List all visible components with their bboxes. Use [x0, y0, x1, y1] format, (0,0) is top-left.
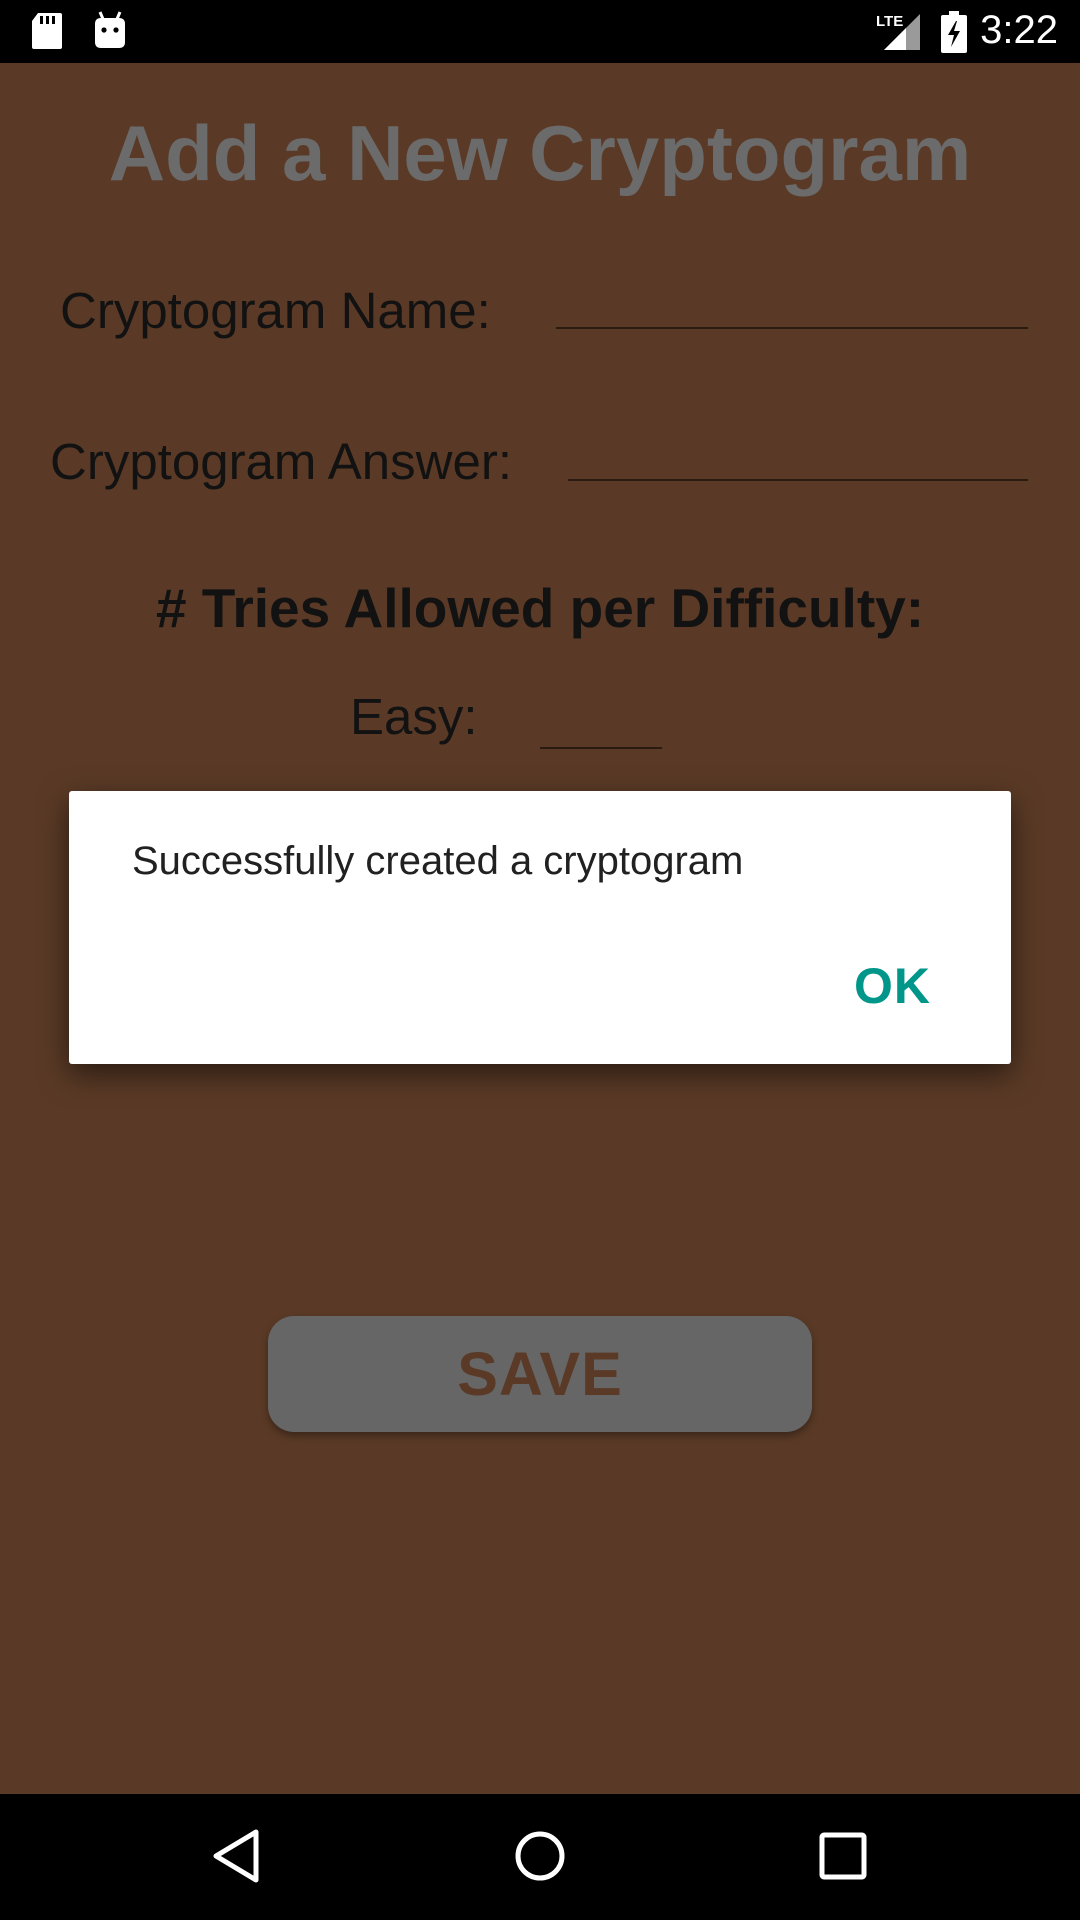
android-debug-icon	[95, 11, 125, 48]
cryptogram-name-label: Cryptogram Name:	[60, 282, 491, 339]
battery-charging-icon	[941, 11, 967, 53]
lte-signal-icon: LTE	[876, 13, 920, 50]
navigation-bar	[0, 1794, 1080, 1920]
save-button[interactable]: SAVE	[268, 1316, 812, 1432]
cryptogram-name-input[interactable]	[556, 327, 1028, 329]
cryptogram-answer-label: Cryptogram Answer:	[50, 433, 512, 490]
easy-label: Easy:	[350, 688, 478, 745]
page-title: Add a New Cryptogram	[108, 109, 972, 197]
easy-tries-input[interactable]	[540, 747, 662, 749]
back-icon[interactable]	[210, 1826, 262, 1886]
status-clock: 3:22	[980, 8, 1058, 52]
screen: LTE 3:22 Add a New Cryptogram Cryptogram…	[0, 0, 1080, 1920]
cryptogram-answer-input[interactable]	[568, 479, 1028, 481]
status-bar: LTE 3:22	[0, 0, 1080, 63]
home-icon[interactable]	[510, 1826, 570, 1886]
svg-text:LTE: LTE	[876, 13, 903, 30]
tries-allowed-heading: # Tries Allowed per Difficulty:	[155, 577, 925, 639]
success-dialog: Successfully created a cryptogram OK	[69, 791, 1011, 1064]
recents-icon[interactable]	[817, 1826, 871, 1886]
sd-card-icon	[32, 13, 62, 49]
dialog-ok-button[interactable]: OK	[854, 957, 931, 1015]
dialog-message: Successfully created a cryptogram	[132, 839, 744, 883]
